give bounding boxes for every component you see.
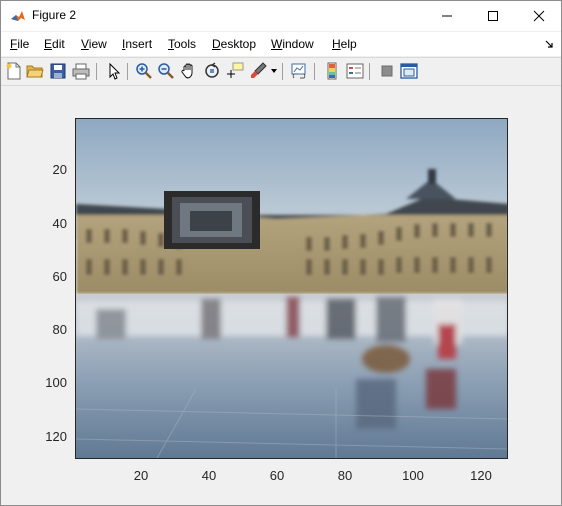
menu-tools[interactable]: Tools xyxy=(168,37,196,51)
brush-dropdown-icon[interactable] xyxy=(271,69,277,74)
menu-bar: File Edit View Insert Tools Desktop Wind… xyxy=(1,32,561,56)
save-icon[interactable] xyxy=(49,62,67,80)
insert-legend-icon[interactable] xyxy=(346,62,364,80)
ytick-label: 60 xyxy=(52,269,67,284)
dock-arrow-icon[interactable] xyxy=(545,40,554,49)
ytick-label: 80 xyxy=(52,322,67,337)
toolbar-separator xyxy=(127,63,128,80)
xtick-label: 60 xyxy=(269,468,285,483)
print-icon[interactable] xyxy=(72,62,90,80)
menu-edit[interactable]: Edit xyxy=(44,37,65,51)
figure-toolbar xyxy=(1,57,561,86)
toolbar-separator xyxy=(96,63,97,80)
hide-plot-tools-icon[interactable] xyxy=(378,62,396,80)
window-title: Figure 2 xyxy=(32,8,77,22)
figure-window: Figure 2 File Edit View Insert Tools Des… xyxy=(0,0,562,506)
new-figure-icon[interactable] xyxy=(5,62,23,80)
toolbar-separator xyxy=(369,63,370,80)
zoom-in-icon[interactable] xyxy=(135,62,153,80)
title-bar[interactable]: Figure 2 xyxy=(1,1,561,31)
xtick-label: 40 xyxy=(201,468,217,483)
menu-insert[interactable]: Insert xyxy=(122,37,152,51)
axes-area: 20 40 60 80 100 120 20 40 60 80 100 120 xyxy=(1,85,561,505)
data-cursor-icon[interactable] xyxy=(226,62,244,80)
edit-plot-cursor-icon[interactable] xyxy=(105,62,123,80)
close-icon xyxy=(533,10,545,22)
show-plot-tools-icon[interactable] xyxy=(400,62,418,80)
close-button[interactable] xyxy=(516,1,562,31)
minimize-icon xyxy=(442,15,452,17)
brush-icon[interactable] xyxy=(249,62,267,80)
xtick-label: 80 xyxy=(337,468,353,483)
open-file-icon[interactable] xyxy=(26,62,44,80)
matlab-logo-icon xyxy=(10,8,26,24)
menu-window[interactable]: Window xyxy=(271,37,314,51)
link-plot-icon[interactable] xyxy=(290,62,308,80)
pan-hand-icon[interactable] xyxy=(180,62,198,80)
xtick-label: 100 xyxy=(402,468,424,483)
rotate-3d-icon[interactable] xyxy=(203,62,221,80)
ytick-label: 120 xyxy=(45,429,67,444)
menu-help[interactable]: Help xyxy=(332,37,357,51)
ytick-label: 20 xyxy=(52,162,67,177)
xtick-label: 20 xyxy=(133,468,149,483)
menu-file[interactable]: File xyxy=(10,37,29,51)
maximize-button[interactable] xyxy=(470,1,516,31)
toolbar-separator xyxy=(282,63,283,80)
minimize-button[interactable] xyxy=(424,1,470,31)
ytick-label: 40 xyxy=(52,216,67,231)
zoom-out-icon[interactable] xyxy=(157,62,175,80)
image-axes[interactable] xyxy=(75,118,508,459)
menu-view[interactable]: View xyxy=(81,37,107,51)
toolbar-separator xyxy=(314,63,315,80)
xtick-label: 120 xyxy=(470,468,492,483)
maximize-icon xyxy=(488,11,498,21)
ytick-label: 100 xyxy=(45,375,67,390)
menu-desktop[interactable]: Desktop xyxy=(212,37,256,51)
insert-colorbar-icon[interactable] xyxy=(323,62,341,80)
blurred-plaza-photo xyxy=(76,119,507,458)
